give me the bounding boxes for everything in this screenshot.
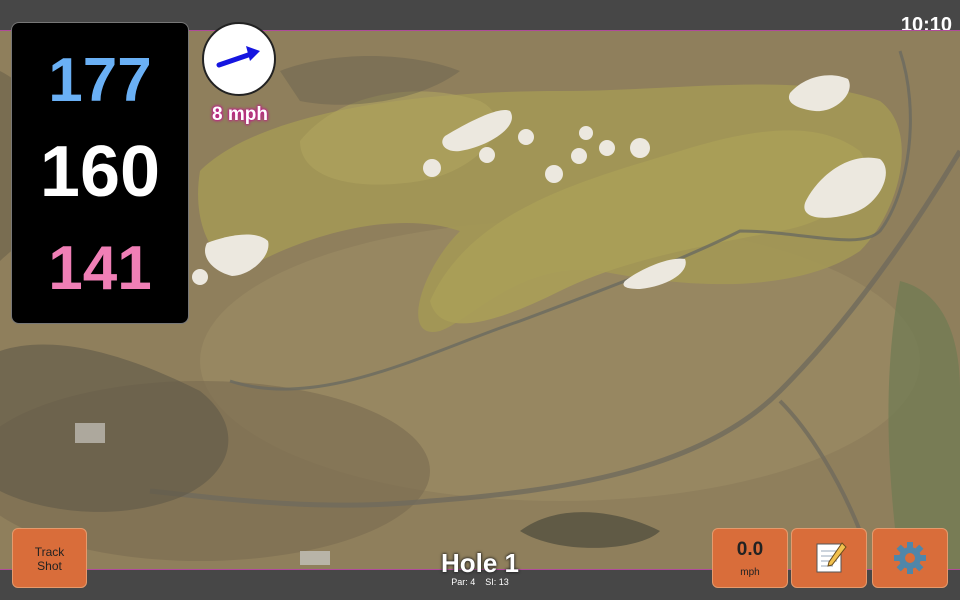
back-distance: 177 [48, 46, 152, 115]
center-distance: 160 [39, 132, 161, 212]
notepad-icon [816, 542, 847, 573]
settings-button[interactable] [872, 528, 948, 588]
wind-speed: 8 mph [212, 104, 268, 125]
scorecard-notes-button[interactable] [791, 528, 867, 588]
speed-value: 0.0 [736, 539, 764, 560]
wind-arrow-icon [216, 46, 260, 68]
si-label: SI: 13 [485, 577, 509, 587]
speed-button[interactable]: 0.0 mph [712, 528, 788, 588]
distance-panel: 177 160 141 [11, 22, 189, 324]
hole-info: Par: 4 SI: 13 [380, 577, 580, 587]
front-distance: 141 [48, 234, 152, 303]
track-shot-button[interactable]: Track Shot [12, 528, 87, 588]
par-label: Par: 4 [451, 577, 476, 587]
speed-unit: mph [740, 567, 760, 578]
gear-icon [894, 542, 926, 574]
hole-title: Hole 1 [440, 548, 520, 578]
track-shot-label: Track Shot [34, 545, 65, 573]
wind-direction-indicator [202, 22, 276, 96]
